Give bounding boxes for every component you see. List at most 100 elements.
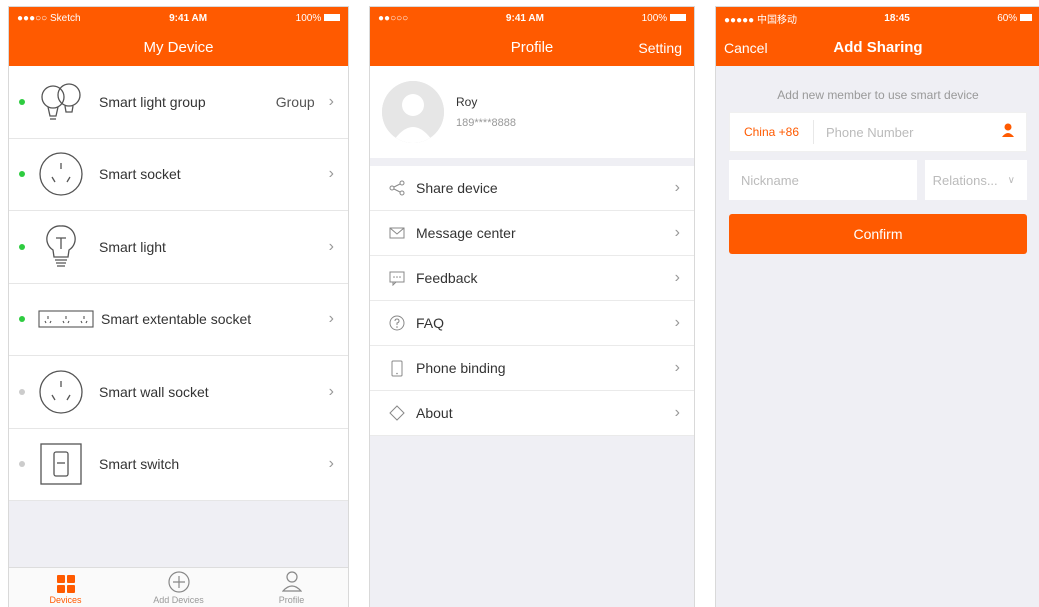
device-label: Smart wall socket — [99, 383, 209, 400]
chevron-right-icon: › — [674, 269, 680, 286]
device-label: Smart extentable socket — [101, 311, 252, 328]
battery-level: 60% — [997, 12, 1018, 24]
tab-label: Add Devices — [153, 595, 204, 605]
menu-label: Share device — [416, 180, 498, 196]
device-label: Smart light group — [99, 93, 206, 110]
switch-icon — [37, 440, 85, 488]
device-row-socket[interactable]: Smart socket › — [9, 139, 348, 211]
online-indicator — [19, 316, 25, 323]
menu-label: Message center — [416, 225, 516, 241]
person-icon — [281, 571, 302, 595]
battery-icon — [669, 14, 686, 22]
menu-label: FAQ — [416, 315, 445, 331]
chevron-right-icon: › — [328, 455, 334, 473]
power-strip-icon — [37, 295, 95, 343]
tab-label: Profile — [278, 595, 305, 605]
carrier: ●●●●● 中国移动 — [724, 14, 797, 26]
chevron-right-icon: › — [328, 310, 334, 328]
my-device-screen: ●●●○○ Sketch 9:41 AM 100% My Device Smar… — [8, 6, 349, 607]
device-row-light[interactable]: Smart light › — [9, 211, 348, 284]
relations-select[interactable]: Relations... ∨ — [925, 160, 1027, 200]
status-bar: ●●●○○ Sketch 9:41 AM 100% — [9, 7, 348, 29]
status-time: 9:41 AM — [505, 12, 544, 24]
status-bar: ●●○○○ 9:41 AM 100% — [370, 7, 694, 29]
device-row-light-group[interactable]: Smart light group Group › — [9, 66, 348, 139]
menu-item-feedback[interactable]: Feedback › — [370, 256, 694, 301]
header: ●●●○○ Sketch 9:41 AM 100% My Device — [9, 7, 348, 66]
phone-icon — [388, 360, 406, 377]
menu-item-message-center[interactable]: Message center › — [370, 211, 694, 256]
menu-item-phone-binding[interactable]: Phone binding › — [370, 346, 694, 391]
battery-level: 100% — [641, 12, 668, 24]
menu-item-about[interactable]: About › — [370, 391, 694, 436]
country-code-selector[interactable]: China +86 — [730, 120, 814, 144]
device-row-wall-socket[interactable]: Smart wall socket › — [9, 356, 348, 429]
plus-circle-icon — [167, 571, 190, 595]
battery: 60% — [997, 13, 1032, 24]
confirm-button[interactable]: Confirm — [729, 214, 1027, 254]
chevron-right-icon: › — [328, 237, 334, 255]
chevron-right-icon: › — [674, 314, 680, 331]
group-label: Group — [275, 93, 315, 110]
setting-button[interactable]: Setting — [638, 40, 682, 56]
battery-icon — [1019, 14, 1032, 22]
offline-indicator — [19, 461, 25, 468]
phone-field-row: China +86 — [729, 112, 1027, 152]
device-label: Smart light — [99, 238, 166, 255]
hint-text: Add new member to use smart device — [777, 88, 979, 102]
carrier: ●●○○○ — [378, 12, 409, 24]
battery-icon — [324, 14, 340, 22]
status-time: 9:41 AM — [169, 12, 208, 24]
device-list: Smart light group Group › Smart socket ›… — [9, 66, 348, 501]
bulb-icon — [37, 223, 85, 271]
menu-label: About — [416, 405, 453, 421]
menu-item-faq[interactable]: FAQ › — [370, 301, 694, 346]
add-sharing-screen: ●●●●● 中国移动 18:45 60% Cancel Add Sharing … — [715, 6, 1039, 607]
tab-label: Devices — [49, 595, 82, 605]
device-label: Smart socket — [99, 166, 181, 183]
avatar — [382, 81, 444, 143]
navbar: My Device — [9, 29, 348, 66]
menu-label: Feedback — [416, 270, 478, 286]
device-label: Smart switch — [99, 456, 180, 473]
socket-icon — [37, 150, 85, 198]
page-title: Add Sharing — [833, 39, 923, 56]
chevron-right-icon: › — [674, 224, 680, 241]
online-indicator — [19, 243, 25, 250]
online-indicator — [19, 171, 25, 178]
chevron-right-icon: › — [328, 382, 334, 400]
status-time: 18:45 — [884, 12, 910, 24]
diamond-icon — [388, 405, 406, 421]
profile-menu: Share device › Message center › Feedback… — [370, 166, 694, 436]
share-icon — [388, 180, 406, 196]
chevron-right-icon: › — [674, 404, 680, 421]
cancel-button[interactable]: Cancel — [724, 40, 768, 56]
nickname-input[interactable] — [729, 160, 917, 200]
header: ●●○○○ 9:41 AM 100% Profile Setting — [370, 7, 694, 66]
chevron-down-icon: ∨ — [1007, 174, 1015, 186]
menu-label: Phone binding — [416, 360, 506, 376]
device-row-switch[interactable]: Smart switch › — [9, 429, 348, 501]
contact-icon[interactable] — [1002, 123, 1014, 142]
nickname-relation-row: Relations... ∨ — [729, 160, 1027, 200]
light-group-icon — [37, 78, 85, 126]
chat-icon — [388, 271, 406, 286]
battery-level: 100% — [295, 12, 322, 24]
chevron-right-icon: › — [674, 179, 680, 196]
navbar: Cancel Add Sharing — [716, 29, 1039, 66]
phone-number-input[interactable] — [814, 124, 1002, 140]
page-title: My Device — [143, 39, 214, 56]
header: ●●●●● 中国移动 18:45 60% Cancel Add Sharing — [716, 7, 1039, 66]
offline-indicator — [19, 388, 25, 395]
menu-item-share-device[interactable]: Share device › — [370, 166, 694, 211]
tab-profile[interactable]: Profile — [235, 568, 348, 607]
tab-devices[interactable]: Devices — [9, 568, 122, 607]
grid-icon — [56, 575, 75, 595]
device-row-extentable-socket[interactable]: Smart extentable socket › — [9, 284, 348, 356]
chevron-right-icon: › — [328, 165, 334, 183]
profile-card[interactable]: Roy 189****8888 — [370, 66, 694, 158]
battery: 100% — [642, 13, 686, 24]
relations-value: Relations... — [932, 172, 998, 188]
tab-add-devices[interactable]: Add Devices — [122, 568, 235, 607]
user-name: Roy — [456, 95, 478, 109]
